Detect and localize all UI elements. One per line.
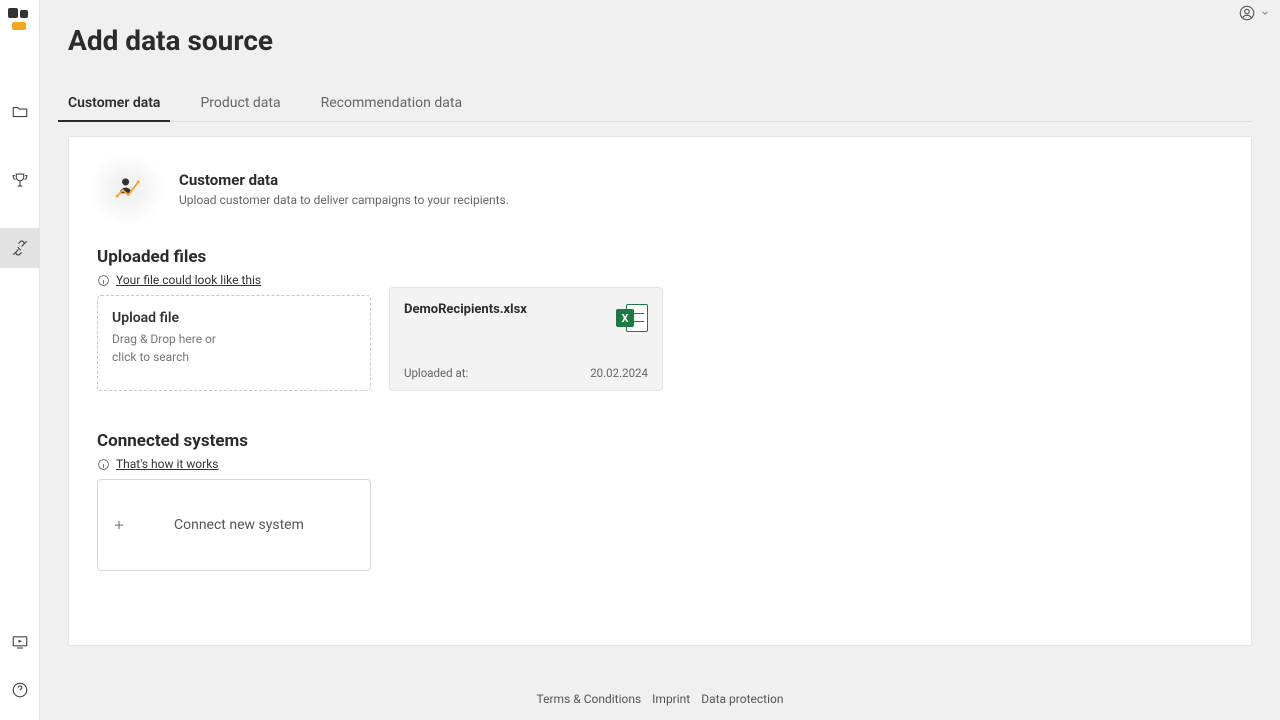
connect-system-card[interactable]: Connect new system bbox=[97, 479, 371, 571]
connect-label: Connect new system bbox=[174, 517, 304, 533]
sidebar-item-folder[interactable] bbox=[0, 92, 40, 132]
help-icon bbox=[11, 681, 29, 699]
sidebar-item-video[interactable] bbox=[0, 628, 40, 656]
upload-line1: Drag & Drop here or bbox=[112, 330, 356, 348]
footer-imprint[interactable]: Imprint bbox=[652, 692, 690, 706]
video-icon bbox=[11, 633, 29, 651]
upload-file-card[interactable]: Upload file Drag & Drop here or click to… bbox=[97, 295, 371, 391]
uploaded-at-date: 20.02.2024 bbox=[590, 366, 648, 380]
upload-line2: click to search bbox=[112, 348, 356, 366]
connected-heading: Connected systems bbox=[97, 431, 1223, 451]
tab-recommendation-data[interactable]: Recommendation data bbox=[321, 87, 462, 121]
folder-icon bbox=[11, 103, 29, 121]
sidebar-item-data-sources[interactable] bbox=[0, 228, 40, 268]
intro-text: Customer data Upload customer data to de… bbox=[179, 171, 509, 207]
connected-hint: That's how it works bbox=[97, 457, 1223, 471]
uploaded-hint: Your file could look like this bbox=[97, 273, 1223, 287]
footer-terms[interactable]: Terms & Conditions bbox=[537, 692, 642, 706]
connected-hint-link[interactable]: That's how it works bbox=[116, 457, 219, 471]
info-icon bbox=[97, 458, 110, 471]
intro: Customer data Upload customer data to de… bbox=[97, 163, 1223, 215]
cup-icon bbox=[11, 171, 29, 189]
intro-heading: Customer data bbox=[179, 171, 509, 189]
sidebar-bottom bbox=[0, 628, 40, 704]
footer: Terms & Conditions Imprint Data protecti… bbox=[40, 692, 1280, 706]
sidebar-item-help[interactable] bbox=[0, 676, 40, 704]
customer-data-icon bbox=[97, 163, 157, 215]
intro-subtext: Upload customer data to deliver campaign… bbox=[179, 193, 509, 207]
excel-icon: X bbox=[616, 302, 648, 334]
app-logo bbox=[8, 8, 32, 32]
tabs: Customer data Product data Recommendatio… bbox=[68, 87, 1252, 122]
uploaded-cards: Upload file Drag & Drop here or click to… bbox=[97, 295, 1223, 391]
plus-icon bbox=[112, 518, 126, 532]
tab-customer-data[interactable]: Customer data bbox=[68, 87, 160, 121]
plug-icon bbox=[11, 239, 29, 257]
uploaded-at-label: Uploaded at: bbox=[404, 366, 468, 380]
uploaded-heading: Uploaded files bbox=[97, 247, 1223, 267]
page-title: Add data source bbox=[68, 24, 1252, 57]
footer-data-protection[interactable]: Data protection bbox=[701, 692, 783, 706]
side-nav bbox=[0, 92, 40, 268]
file-name: DemoRecipients.xlsx bbox=[404, 302, 527, 317]
sidebar bbox=[0, 0, 40, 720]
sidebar-item-campaigns[interactable] bbox=[0, 160, 40, 200]
tab-product-data[interactable]: Product data bbox=[200, 87, 280, 121]
info-icon bbox=[97, 274, 110, 287]
file-card[interactable]: DemoRecipients.xlsx X Uploaded at: 20.02… bbox=[389, 287, 663, 391]
panel: Customer data Upload customer data to de… bbox=[68, 136, 1252, 646]
main: Add data source Customer data Product da… bbox=[40, 0, 1280, 720]
upload-title: Upload file bbox=[112, 310, 356, 326]
uploaded-hint-link[interactable]: Your file could look like this bbox=[116, 273, 261, 287]
